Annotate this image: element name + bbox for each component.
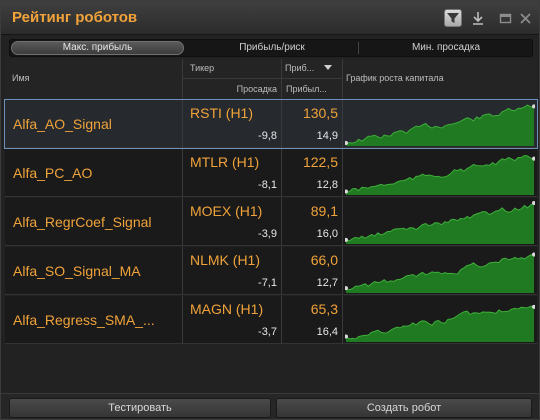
cell-divider (182, 100, 183, 148)
header-divider (182, 59, 183, 99)
table-row[interactable]: Alfa_AO_Signal RSTI (H1) -9,8 130,5 14,9 (4, 99, 538, 149)
robot-ticker: MTLR (H1) (190, 154, 260, 170)
robot-drawdown: -3,9 (258, 228, 277, 240)
cell-divider (342, 149, 343, 197)
robot-profit-ratio: 16,0 (316, 228, 338, 240)
robot-profit: 65,3 (310, 301, 338, 317)
title-bar: Рейтинг роботов (1, 1, 539, 35)
column-header-chart: График роста капитала (346, 73, 444, 83)
header-divider (281, 59, 282, 99)
equity-curve-area (346, 254, 534, 293)
cell-divider (182, 198, 183, 246)
equity-curve-area (346, 155, 534, 195)
equity-curve-chart (345, 252, 535, 293)
robot-profit: 122,5 (302, 154, 338, 170)
cell-divider (342, 296, 343, 344)
robot-name: Alfa_PC_AO (13, 165, 93, 181)
robot-drawdown: -3,7 (258, 326, 277, 338)
tab-min-drawdown[interactable]: Мин. просадка (359, 40, 533, 56)
robot-profit: 130,5 (302, 105, 338, 121)
equity-curve-chart (345, 304, 535, 342)
cell-divider (342, 198, 343, 246)
sort-desc-icon[interactable] (324, 65, 332, 71)
cell-divider (182, 247, 183, 295)
robot-ticker: RSTI (H1) (190, 105, 253, 121)
robot-rating-window: Рейтинг роботов Макс. прибыль Прибыль/ри… (0, 0, 540, 420)
equity-curve-chart (345, 154, 535, 195)
column-header-ratio[interactable]: Прибыл... (286, 84, 327, 94)
tab-max-profit[interactable]: Макс. прибыль (11, 41, 184, 55)
robot-name: Alfa_RegrCoef_Signal (13, 214, 152, 230)
test-button[interactable]: Тестировать (9, 398, 271, 418)
tab-bar: Макс. прибыль Прибыль/риск Мин. просадка (9, 39, 533, 57)
robot-drawdown: -9,8 (258, 130, 277, 142)
cell-divider (182, 296, 183, 344)
robot-profit-ratio: 12,7 (316, 277, 338, 289)
cell-divider (182, 149, 183, 197)
robot-name: Alfa_Regress_SMA_... (13, 312, 155, 328)
robot-name: Alfa_AO_Signal (13, 116, 112, 132)
create-robot-button[interactable]: Создать робот (276, 398, 532, 418)
table-row[interactable]: Alfa_PC_AO MTLR (H1) -8,1 122,5 12,8 (5, 149, 537, 197)
table-row[interactable]: Alfa_SO_Signal_MA NLMK (H1) -7,1 66,0 12… (5, 247, 537, 295)
robot-table: Alfa_AO_Signal RSTI (H1) -9,8 130,5 14,9… (4, 99, 538, 345)
table-row[interactable]: Alfa_RegrCoef_Signal MOEX (H1) -3,9 89,1… (5, 198, 537, 246)
column-header-name[interactable]: Имя (12, 73, 30, 83)
robot-profit-ratio: 14,9 (316, 130, 338, 142)
robot-drawdown: -7,1 (258, 277, 277, 289)
download-icon[interactable] (471, 10, 485, 26)
robot-ticker: NLMK (H1) (190, 252, 261, 268)
tab-profit-risk[interactable]: Прибыль/риск (186, 40, 358, 56)
window-title: Рейтинг роботов (12, 9, 138, 26)
robot-profit: 89,1 (310, 203, 338, 219)
minimize-icon[interactable] (499, 10, 512, 26)
table-header: Имя Тикер Просадка Приб... Прибыл... Гра… (5, 59, 537, 99)
column-header-drawdown[interactable]: Просадка (185, 84, 277, 94)
robot-ticker: MAGN (H1) (190, 301, 264, 317)
robot-profit-ratio: 12,8 (316, 179, 338, 191)
cell-divider (342, 247, 343, 295)
filter-icon[interactable] (444, 9, 462, 27)
header-divider (182, 78, 342, 79)
equity-curve-chart (345, 104, 535, 146)
robot-drawdown: -8,1 (258, 179, 277, 191)
column-header-profit[interactable]: Приб... (285, 63, 314, 73)
equity-curve-chart (345, 201, 535, 244)
equity-curve-area (346, 105, 534, 146)
close-icon[interactable] (519, 10, 532, 26)
header-divider (342, 59, 343, 99)
robot-ticker: MOEX (H1) (190, 203, 263, 219)
robot-profit-ratio: 16,4 (316, 326, 338, 338)
footer-bar: Тестировать Создать робот (1, 393, 539, 419)
column-header-ticker[interactable]: Тикер (190, 63, 214, 73)
robot-name: Alfa_SO_Signal_MA (13, 263, 141, 279)
cell-divider (342, 100, 343, 148)
table-row[interactable]: Alfa_Regress_SMA_... MAGN (H1) -3,7 65,3… (5, 296, 537, 344)
robot-profit: 66,0 (310, 252, 338, 268)
